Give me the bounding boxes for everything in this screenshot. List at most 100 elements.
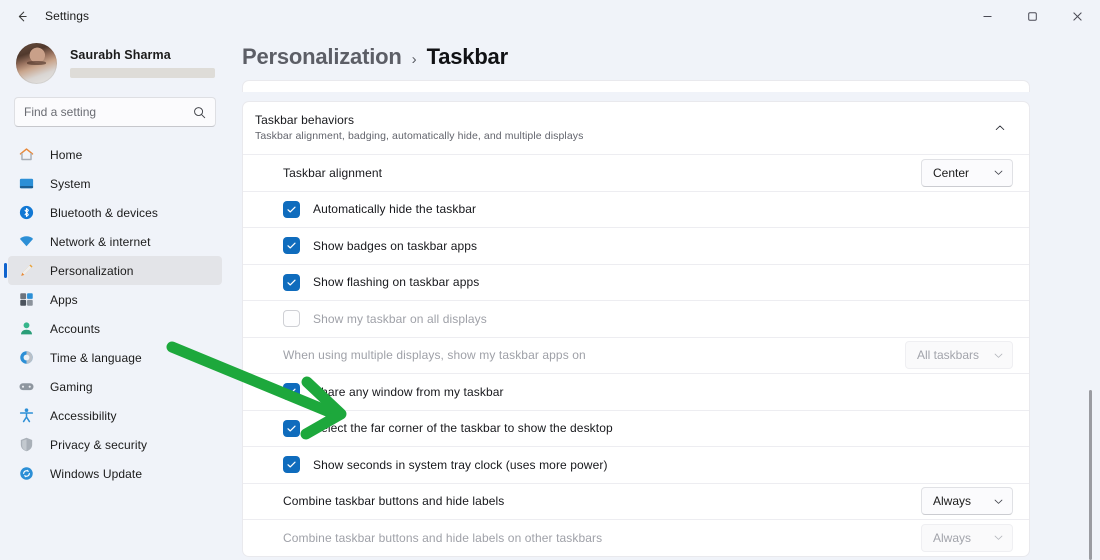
sidebar-item-label: Time & language <box>50 350 142 365</box>
sidebar-item-network-internet[interactable]: Network & internet <box>8 227 222 256</box>
sidebar-nav: Home System Bluetooth & devices Network … <box>4 140 222 488</box>
chevron-down-icon <box>993 532 1004 543</box>
combine-other-taskbars-dropdown: Always <box>921 523 1013 552</box>
sidebar-item-accessibility[interactable]: Accessibility <box>8 401 222 430</box>
profile-name: Saurabh Sharma <box>70 48 171 62</box>
close-button[interactable] <box>1055 0 1100 32</box>
minimize-icon <box>983 15 992 17</box>
sidebar-item-label: Home <box>50 147 83 162</box>
checkbox-checked-icon[interactable] <box>283 273 300 291</box>
avatar <box>16 42 57 84</box>
row-label: Show seconds in system tray clock (uses … <box>313 457 608 472</box>
sidebar-item-label: Accounts <box>50 321 101 336</box>
bluetooth-icon <box>16 203 36 223</box>
sidebar-item-windows-update[interactable]: Windows Update <box>8 459 222 488</box>
row-label: Combine taskbar buttons and hide labels <box>283 494 505 509</box>
sidebar-item-bluetooth-devices[interactable]: Bluetooth & devices <box>8 198 222 227</box>
row-show-taskbar-all-displays: Show my taskbar on all displays <box>243 300 1029 337</box>
row-label: Combine taskbar buttons and hide labels … <box>283 530 603 545</box>
dropdown-value: Center <box>933 165 970 180</box>
page-title: Taskbar <box>426 44 509 69</box>
breadcrumb: Personalization › Taskbar <box>242 32 1100 80</box>
chevron-down-icon <box>993 496 1004 507</box>
row-show-seconds-clock[interactable]: Show seconds in system tray clock (uses … <box>243 446 1029 483</box>
row-label: Show my taskbar on all displays <box>313 311 487 326</box>
row-label: Share any window from my taskbar <box>313 384 504 399</box>
row-select-far-corner[interactable]: Select the far corner of the taskbar to … <box>243 409 1029 447</box>
chevron-up-icon <box>995 124 1005 130</box>
row-multiple-displays-apps: When using multiple displays, show my ta… <box>243 336 1029 374</box>
sidebar-item-label: System <box>50 176 91 191</box>
sidebar-item-apps[interactable]: Apps <box>8 285 222 314</box>
sidebar-item-label: Apps <box>50 292 78 307</box>
scrollbar-track[interactable] <box>1089 172 1092 560</box>
network-icon <box>16 232 36 252</box>
window-controls <box>965 0 1100 32</box>
maximize-button[interactable] <box>1010 0 1055 32</box>
taskbar-alignment-dropdown[interactable]: Center <box>921 158 1013 187</box>
sidebar-item-time-language[interactable]: Time & language <box>8 343 222 372</box>
row-label: When using multiple displays, show my ta… <box>283 348 586 363</box>
sidebar-item-privacy-security[interactable]: Privacy & security <box>8 430 222 459</box>
back-button[interactable] <box>6 1 38 31</box>
dropdown-value: Always <box>933 494 972 509</box>
row-share-any-window[interactable]: Share any window from my taskbar <box>243 373 1029 410</box>
sidebar-item-label: Gaming <box>50 379 93 394</box>
sidebar-item-label: Privacy & security <box>50 437 148 452</box>
checkbox-unchecked-icon <box>283 310 300 328</box>
sidebar-item-system[interactable]: System <box>8 169 222 198</box>
checkbox-checked-icon[interactable] <box>283 200 300 218</box>
checkbox-checked-icon[interactable] <box>283 419 300 437</box>
breadcrumb-separator-icon: › <box>411 51 417 68</box>
time-language-icon <box>16 348 36 368</box>
search-input[interactable] <box>24 105 193 119</box>
search-box[interactable] <box>14 97 216 127</box>
checkbox-checked-icon[interactable] <box>283 237 300 255</box>
sidebar-item-label: Accessibility <box>50 408 117 423</box>
group-subtitle: Taskbar alignment, badging, automaticall… <box>255 130 584 142</box>
row-show-badges[interactable]: Show badges on taskbar apps <box>243 227 1029 264</box>
scrollbar-thumb[interactable] <box>1089 390 1092 560</box>
row-combine-taskbar-buttons: Combine taskbar buttons and hide labels … <box>243 482 1029 520</box>
row-automatically-hide-taskbar[interactable]: Automatically hide the taskbar <box>243 190 1029 228</box>
row-show-flashing[interactable]: Show flashing on taskbar apps <box>243 263 1029 301</box>
settings-scroll-area: Taskbar behaviors Taskbar alignment, bad… <box>242 80 1100 560</box>
dropdown-value: Always <box>933 530 972 545</box>
home-icon <box>16 145 36 165</box>
close-icon <box>1073 11 1082 21</box>
row-taskbar-alignment: Taskbar alignment Center <box>243 154 1029 191</box>
chevron-down-icon <box>993 350 1004 361</box>
taskbar-behaviors-header[interactable]: Taskbar behaviors Taskbar alignment, bad… <box>243 102 1029 154</box>
accessibility-icon <box>16 406 36 426</box>
gaming-icon <box>16 377 36 397</box>
window-title: Settings <box>45 9 90 23</box>
sidebar-item-home[interactable]: Home <box>8 140 222 169</box>
content-area: Personalization › Taskbar Taskbar behavi… <box>230 32 1100 560</box>
sidebar-item-label: Network & internet <box>50 234 151 249</box>
row-label: Show badges on taskbar apps <box>313 238 478 253</box>
maximize-icon <box>1028 11 1037 21</box>
profile-email-redacted <box>70 68 215 78</box>
accounts-icon <box>16 319 36 339</box>
sidebar-item-label: Windows Update <box>50 466 143 481</box>
checkbox-checked-icon[interactable] <box>283 456 300 474</box>
privacy-security-icon <box>16 435 36 455</box>
row-label: Show flashing on taskbar apps <box>313 275 480 290</box>
collapse-toggle-button[interactable] <box>987 115 1013 141</box>
sidebar-item-label: Bluetooth & devices <box>50 205 158 220</box>
checkbox-checked-icon[interactable] <box>283 383 300 401</box>
title-bar: Settings <box>0 0 1100 32</box>
system-icon <box>16 174 36 194</box>
sidebar-item-accounts[interactable]: Accounts <box>8 314 222 343</box>
windows-update-icon <box>16 464 36 484</box>
previous-card-partial <box>242 80 1030 92</box>
breadcrumb-parent[interactable]: Personalization <box>242 44 402 70</box>
sidebar-item-gaming[interactable]: Gaming <box>8 372 222 401</box>
personalization-icon <box>16 261 36 281</box>
row-label: Taskbar alignment <box>283 165 383 180</box>
minimize-button[interactable] <box>965 0 1010 32</box>
user-profile[interactable]: Saurabh Sharma <box>8 32 222 90</box>
sidebar-item-personalization[interactable]: Personalization <box>4 256 222 285</box>
row-label: Select the far corner of the taskbar to … <box>313 421 613 436</box>
combine-taskbar-buttons-dropdown[interactable]: Always <box>921 487 1013 516</box>
